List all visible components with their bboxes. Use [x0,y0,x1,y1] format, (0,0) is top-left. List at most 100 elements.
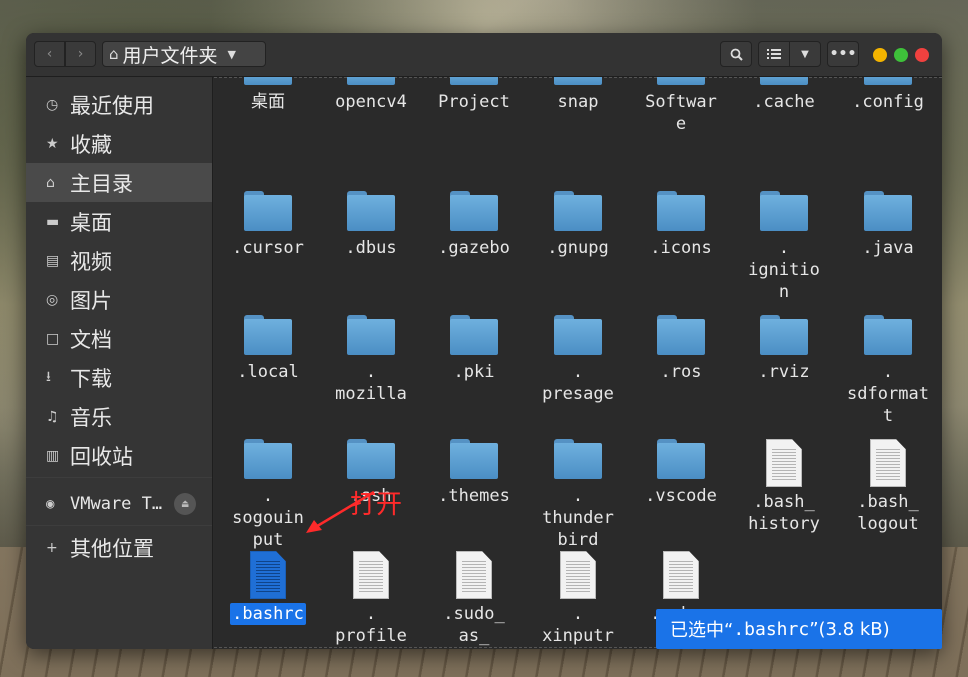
file-item[interactable]: .bash_ logout [838,439,938,535]
folder-item[interactable]: . mozilla [321,315,421,405]
folder-item[interactable]: .vscode [631,439,731,507]
file-item[interactable]: .bashrc [218,551,318,625]
chevron-down-icon: ▼ [801,48,809,60]
music-icon: ♫ [46,408,59,425]
sidebar-item-pictures[interactable]: ◎ 图片 [26,280,212,319]
folder-item[interactable]: .pki [424,315,524,383]
folder-item[interactable]: 桌面 [218,77,318,113]
file-name-label: . sdformat t [847,362,929,426]
sidebar-separator [26,525,212,526]
file-item[interactable]: . xinputr c [528,551,628,649]
folder-item[interactable]: .cache [734,77,834,113]
desktop-icon: ▬ [46,213,60,230]
sidebar-item-vmware-drive[interactable]: ◉ VMware T… ⏏ [26,484,212,523]
folder-item[interactable]: .local [218,315,318,383]
minimize-button[interactable] [873,48,887,62]
folder-item[interactable]: opencv4 [321,77,421,113]
file-name-label: .ros [660,362,702,382]
folder-icon [760,315,808,355]
folder-item[interactable]: .config [838,77,938,113]
file-name-label: 桌面 [251,92,285,112]
file-name-label: .java [862,238,914,258]
search-icon [730,48,743,61]
file-grid: 桌面 opencv4 Project snap Softwar e .cache .conf… [214,77,942,649]
folder-icon [657,191,705,231]
back-button[interactable]: ‹ [34,41,65,67]
maximize-button[interactable] [894,48,908,62]
file-name-label: opencv4 [335,92,407,112]
chevron-right-icon: › [77,46,84,62]
close-button[interactable] [915,48,929,62]
clock-icon: ◷ [46,96,59,113]
folder-icon [450,191,498,231]
sidebar-item-home[interactable]: ⌂ 主目录 [26,163,212,202]
sidebar-item-desktop[interactable]: ▬ 桌面 [26,202,212,241]
sidebar-item-downloads[interactable]: ⭳ 下载 [26,358,212,397]
file-item[interactable]: . profile [321,551,421,647]
folder-icon [864,315,912,355]
folder-item[interactable]: . presage [528,315,628,405]
folder-item[interactable]: Softwar e [631,77,731,135]
folder-icon [347,191,395,231]
folder-item[interactable]: Project [424,77,524,113]
file-item[interactable]: .sudo_ as_ admin_… [424,551,524,649]
list-view-icon [767,49,781,59]
folder-icon [347,77,395,85]
trash-icon: ▥ [46,447,60,464]
sidebar-item-trash[interactable]: ▥ 回收站 [26,436,212,475]
text-file-icon [663,551,699,599]
sidebar-item-label: 最近使用 [70,93,154,118]
file-item[interactable]: .bash_ history [734,439,834,535]
forward-button[interactable]: › [65,41,96,67]
folder-item[interactable]: .java [838,191,938,259]
home-icon: ⌂ [46,174,55,191]
sidebar-item-label: 主目录 [70,171,133,196]
sidebar-item-starred[interactable]: ★ 收藏 [26,124,212,163]
file-name-label: .icons [650,238,712,258]
header-bar: ‹ › ⌂ 用户文件夹 ▼ ▼ ••• [26,33,942,77]
film-icon: ▤ [46,252,60,269]
folder-item[interactable]: .rviz [734,315,834,383]
file-name-label: .cache [753,92,815,112]
file-name-label: snap [557,92,599,112]
folder-item[interactable]: . thunder bird [528,439,628,551]
folder-item[interactable]: .cursor [218,191,318,259]
location-path-button[interactable]: ⌂ 用户文件夹 ▼ [102,41,266,67]
places-sidebar: ◷ 最近使用 ★ 收藏 ⌂ 主目录 ▬ 桌面 ▤ 视频 ◎ 图片 □ 文档 ⭳ 下载 ♫ 音乐 ▥… [26,77,213,649]
folder-icon [450,439,498,479]
folder-item[interactable]: snap [528,77,628,113]
sidebar-item-recent[interactable]: ◷ 最近使用 [26,85,212,124]
text-file-icon [560,551,596,599]
menu-button[interactable]: ••• [827,41,859,67]
folder-item[interactable]: .gazebo [424,191,524,259]
list-view-button[interactable] [758,41,790,67]
folder-icon [450,77,498,85]
file-name-label: .local [237,362,299,382]
sidebar-item-label: 图片 [70,288,112,313]
folder-icon [760,77,808,85]
status-filename: .bashrc [733,618,810,640]
folder-item[interactable]: . ignitio n [734,191,834,303]
folder-item[interactable]: .themes [424,439,524,507]
plus-icon: + [46,539,58,556]
eject-icon[interactable]: ⏏ [174,492,197,515]
file-name-label: . thunder bird [542,486,614,550]
folder-item[interactable]: . sdformat t [838,315,938,427]
folder-icon [554,315,602,355]
sidebar-item-documents[interactable]: □ 文档 [26,319,212,358]
folder-item[interactable]: .ros [631,315,731,383]
folder-item[interactable]: .icons [631,191,731,259]
view-options-button[interactable]: ▼ [789,41,821,67]
folder-icon [760,191,808,231]
folder-icon [450,315,498,355]
search-button[interactable] [720,41,752,67]
folder-item[interactable]: .gnupg [528,191,628,259]
sidebar-item-label: 下载 [70,366,112,391]
sidebar-item-label: 其他位置 [70,536,154,561]
folder-item[interactable]: .dbus [321,191,421,259]
file-name-label: . sogouin put [232,486,304,550]
sidebar-item-music[interactable]: ♫ 音乐 [26,397,212,436]
sidebar-item-videos[interactable]: ▤ 视频 [26,241,212,280]
file-name-label: . presage [542,362,614,404]
sidebar-item-other-locations[interactable]: + 其他位置 [26,528,212,567]
